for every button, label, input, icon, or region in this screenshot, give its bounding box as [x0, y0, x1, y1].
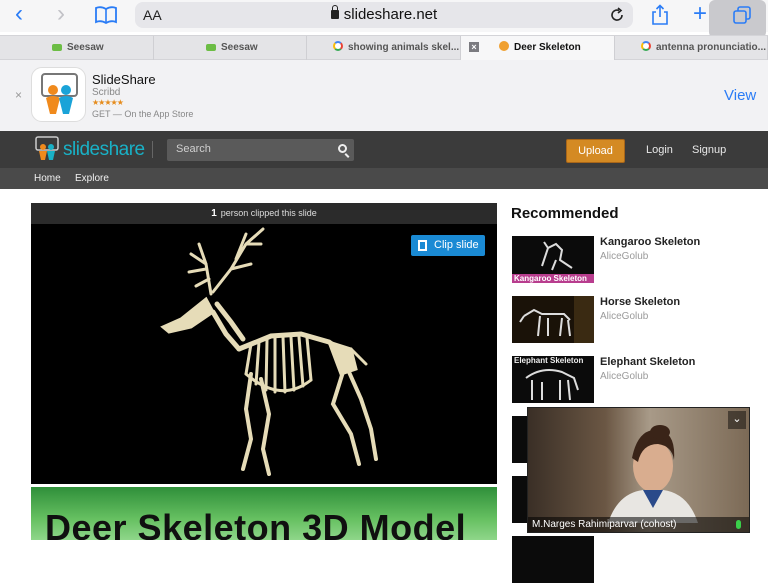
tab-google-animals[interactable]: showing animals skel...	[307, 36, 461, 60]
site-header: slideshare Search Upload Login Signup	[0, 131, 768, 168]
tab-deer-skeleton[interactable]: × Deer Skeleton	[461, 36, 615, 60]
tabs-icon	[733, 6, 751, 24]
address-bar[interactable]: AA slideshare.net	[135, 2, 633, 28]
video-call-overlay[interactable]: ⌄ M.Narges Rahimiparvar (cohost)	[527, 407, 750, 533]
rec-thumb-caption: Kangaroo Skeleton	[512, 274, 594, 283]
share-icon[interactable]	[651, 4, 669, 26]
slideshare-logo-text[interactable]: slideshare	[63, 139, 145, 161]
google-favicon-icon	[333, 41, 343, 51]
rec-thumb-elephant[interactable]: Elephant Skeleton	[512, 356, 594, 403]
seesaw-favicon-icon	[52, 44, 62, 51]
clip-slide-button[interactable]: Clip slide	[411, 235, 485, 256]
participant-video-image	[608, 425, 698, 523]
slideshare-favicon-icon	[499, 41, 509, 51]
tab-seesaw-2[interactable]: Seesaw	[154, 36, 307, 60]
url-text: slideshare.net	[135, 5, 633, 23]
microphone-icon	[736, 520, 741, 529]
view-app-button[interactable]: View	[724, 87, 756, 104]
clip-icon	[418, 240, 427, 251]
lock-icon	[330, 5, 339, 19]
app-rating-stars: ★★★★★	[92, 98, 124, 107]
slideshare-logo-icon[interactable]	[34, 136, 60, 162]
rec-title-kangaroo[interactable]: Kangaroo Skeleton	[600, 236, 700, 248]
next-slide-title: Deer Skeleton 3D Model	[45, 507, 467, 540]
site-subnav: Home Explore	[0, 168, 768, 189]
tabs-overview-button[interactable]	[709, 0, 766, 38]
google-favicon-icon	[641, 41, 651, 51]
rec-title-elephant[interactable]: Elephant Skeleton	[600, 356, 695, 368]
upload-button[interactable]: Upload	[566, 139, 625, 163]
rec-title-horse[interactable]: Horse Skeleton	[600, 296, 680, 308]
reload-icon[interactable]	[609, 7, 625, 23]
seesaw-favicon-icon	[206, 44, 216, 51]
rec-author[interactable]: AliceGolub	[600, 371, 648, 382]
app-store-banner: × SlideShare Scribd ★★★★★ GET — On the A…	[0, 60, 768, 131]
login-link[interactable]: Login	[646, 144, 673, 156]
nav-home[interactable]: Home	[34, 173, 61, 184]
rec-thumb-kangaroo[interactable]: Kangaroo Skeleton	[512, 236, 594, 283]
tab-strip: Seesaw Seesaw showing animals skel... × …	[0, 35, 768, 60]
bookmarks-icon[interactable]	[95, 6, 117, 25]
tab-google-antenna[interactable]: antenna pronunciatio...	[615, 36, 768, 60]
nav-explore[interactable]: Explore	[75, 173, 109, 184]
deer-skeleton-illustration	[160, 227, 378, 476]
rec-thumb-hidden[interactable]	[512, 536, 594, 583]
slide-image[interactable]: Clip slide	[31, 224, 497, 484]
app-publisher: Scribd	[92, 87, 121, 98]
close-banner-icon[interactable]: ×	[15, 88, 22, 102]
next-slide-preview[interactable]: Deer Skeleton 3D Model	[31, 487, 497, 540]
app-get-text: GET — On the App Store	[92, 109, 194, 119]
participant-name: M.Narges Rahimiparvar (cohost)	[528, 517, 749, 532]
recommended-heading: Recommended	[511, 205, 619, 222]
close-tab-icon[interactable]: ×	[469, 42, 479, 52]
header-divider	[152, 141, 153, 158]
rec-author[interactable]: AliceGolub	[600, 251, 648, 262]
rec-author[interactable]: AliceGolub	[600, 311, 648, 322]
rec-thumb-horse[interactable]	[512, 296, 594, 343]
forward-icon[interactable]: ›	[48, 2, 74, 27]
tab-seesaw-1[interactable]: Seesaw	[0, 36, 154, 60]
search-input[interactable]: Search	[167, 139, 354, 161]
browser-toolbar: ‹ › AA slideshare.net +	[0, 0, 768, 38]
app-name: SlideShare	[92, 72, 156, 87]
signup-link[interactable]: Signup	[692, 144, 726, 156]
search-icon[interactable]	[338, 144, 347, 153]
collapse-video-icon[interactable]: ⌄	[728, 411, 746, 429]
slideshare-app-icon	[31, 67, 86, 122]
clip-count-bar: 1 person clipped this slide	[31, 203, 497, 224]
search-placeholder: Search	[176, 143, 211, 155]
rec-thumb-caption: Elephant Skeleton	[514, 356, 584, 365]
back-icon[interactable]: ‹	[6, 2, 32, 27]
